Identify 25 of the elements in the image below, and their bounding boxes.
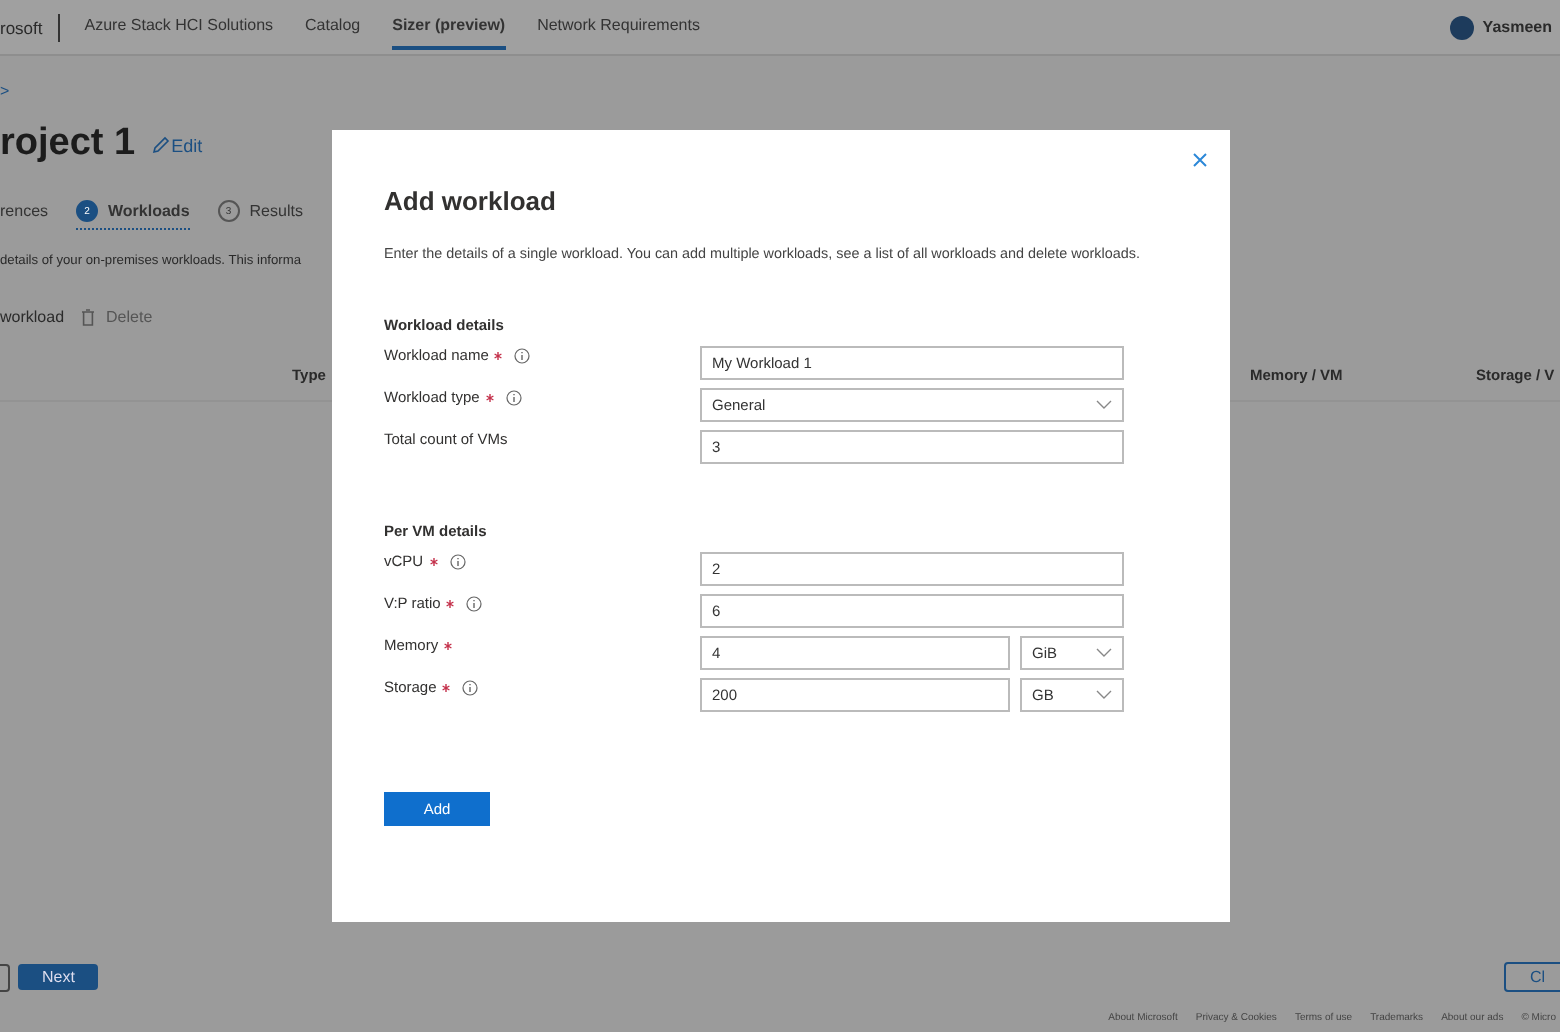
chevron-down-icon[interactable] <box>1096 648 1112 658</box>
next-button[interactable]: Next <box>18 964 99 990</box>
project-title: roject 1 <box>0 122 136 166</box>
info-icon[interactable] <box>449 553 466 569</box>
user-name[interactable]: Yasmeen <box>1482 18 1552 36</box>
nav-link[interactable]: Catalog <box>305 4 361 50</box>
chevron-down-icon[interactable] <box>1096 400 1112 410</box>
info-icon[interactable] <box>505 389 522 405</box>
avatar-icon[interactable] <box>1450 15 1475 39</box>
info-icon[interactable] <box>466 595 483 611</box>
edit-link[interactable]: Edit <box>151 135 203 155</box>
breadcrumb-arrow[interactable]: > <box>0 82 1560 102</box>
nav-link[interactable]: Azure Stack HCI Solutions <box>84 4 274 50</box>
dialog-title: Add workload <box>384 186 558 216</box>
brand-name: rosoft <box>0 17 43 37</box>
close-button[interactable]: Cl <box>1504 962 1560 992</box>
nav-link[interactable]: Network Requirements <box>537 4 700 50</box>
pencil-icon[interactable] <box>151 136 170 154</box>
step-tab[interactable]: rences <box>0 196 49 228</box>
chevron-down-icon[interactable] <box>1096 690 1112 700</box>
info-icon[interactable] <box>514 347 531 363</box>
info-icon[interactable] <box>462 679 479 695</box>
add-workload-button[interactable]: workload <box>0 308 65 326</box>
close-icon[interactable] <box>1192 152 1208 168</box>
nav-link[interactable]: Sizer (preview) <box>392 4 506 50</box>
